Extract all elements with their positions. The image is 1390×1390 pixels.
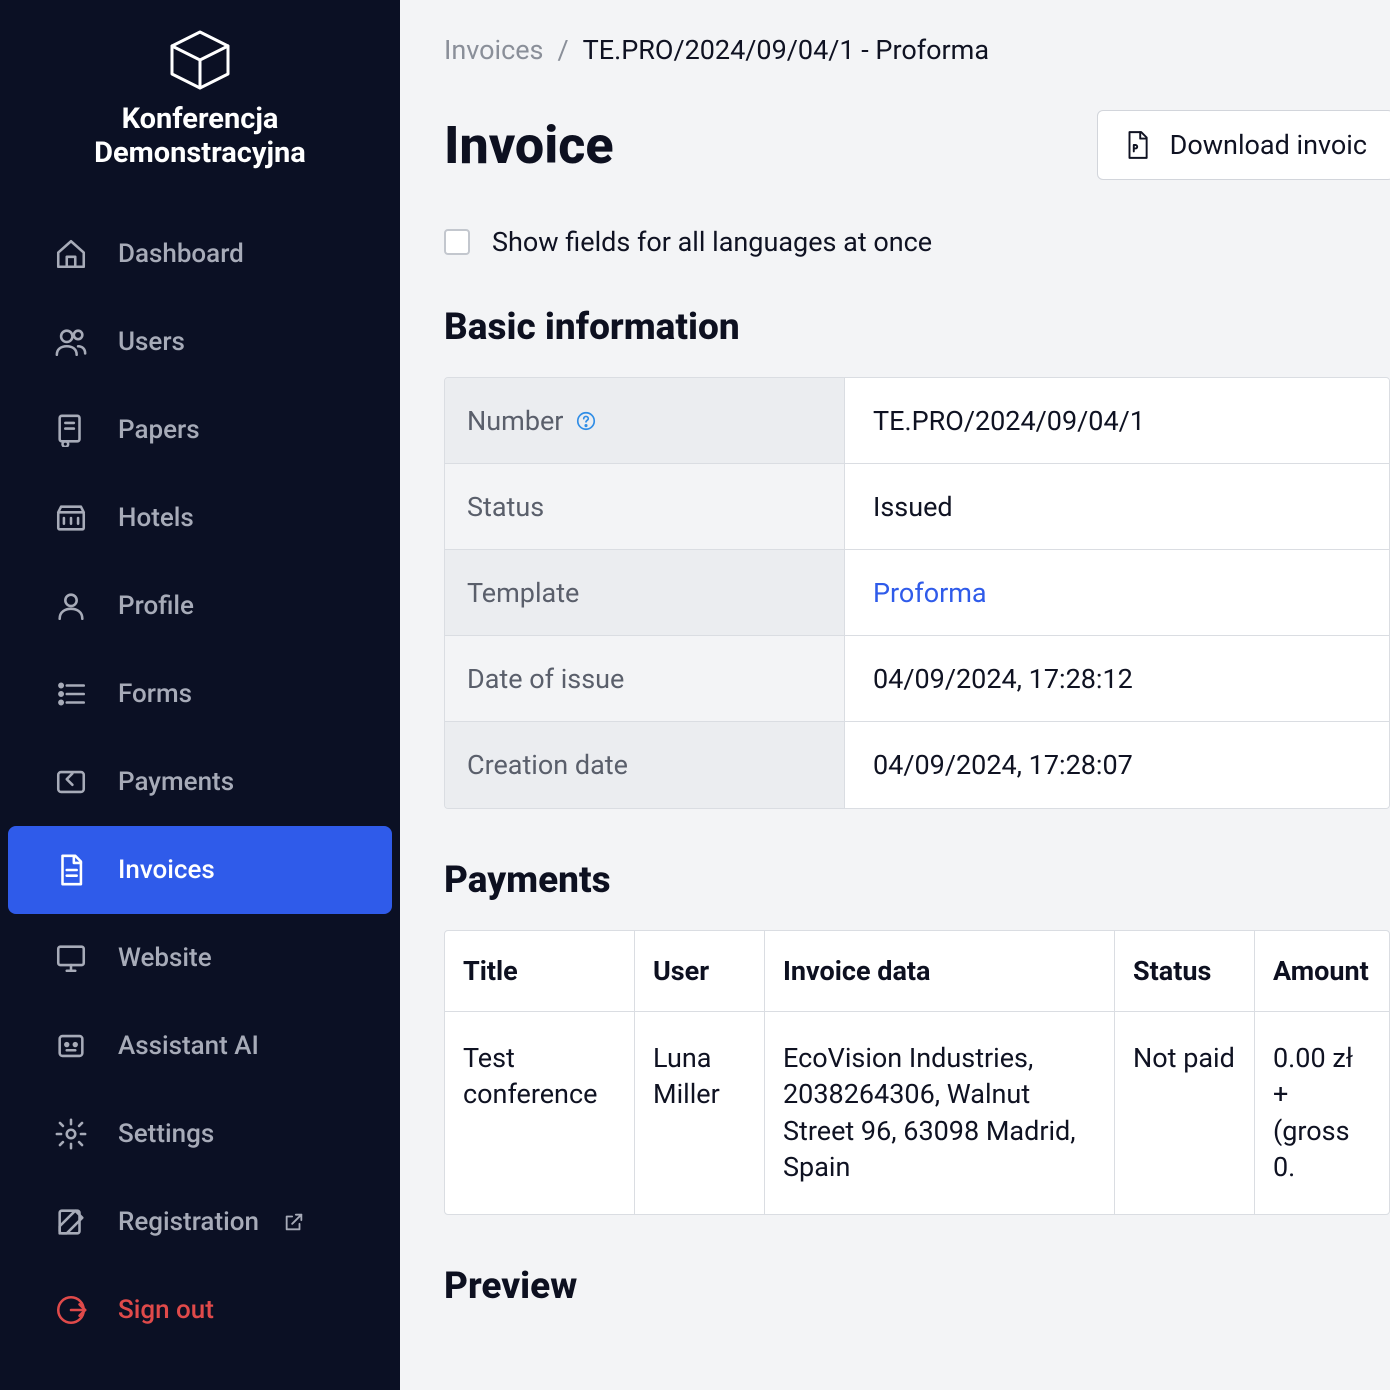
sidebar-item-label: Papers bbox=[118, 415, 200, 445]
website-icon bbox=[54, 941, 88, 975]
home-icon bbox=[54, 237, 88, 271]
brand-title: Konferencja Demonstracyjna bbox=[20, 102, 380, 170]
info-row-template: Template Proforma bbox=[445, 550, 1389, 636]
users-icon bbox=[54, 325, 88, 359]
help-icon[interactable] bbox=[575, 410, 597, 432]
sidebar-item-label: Forms bbox=[118, 679, 192, 709]
preview-heading: Preview bbox=[444, 1265, 1390, 1308]
sidebar-item-hotels[interactable]: Hotels bbox=[8, 474, 392, 562]
col-invoice-data: Invoice data bbox=[765, 931, 1115, 1011]
breadcrumb-separator: / bbox=[557, 34, 568, 66]
payments-icon bbox=[54, 765, 88, 799]
info-row-date-issue: Date of issue 04/09/2024, 17:28:12 bbox=[445, 636, 1389, 722]
col-title: Title bbox=[445, 931, 635, 1011]
sidebar-item-registration[interactable]: Registration bbox=[8, 1178, 392, 1266]
signout-icon bbox=[54, 1293, 88, 1327]
invoices-icon bbox=[54, 853, 88, 887]
info-label: Template bbox=[445, 550, 845, 635]
basic-info-table: Number TE.PRO/2024/09/04/1 Status Issued… bbox=[444, 377, 1390, 809]
sidebar-item-label: Payments bbox=[118, 767, 234, 797]
brand: Konferencja Demonstracyjna bbox=[0, 28, 400, 170]
settings-icon bbox=[54, 1117, 88, 1151]
info-row-status: Status Issued bbox=[445, 464, 1389, 550]
col-user: User bbox=[635, 931, 765, 1011]
sidebar-item-label: Invoices bbox=[118, 855, 215, 885]
sidebar-item-assistant[interactable]: Assistant AI bbox=[8, 1002, 392, 1090]
external-link-icon bbox=[283, 1211, 305, 1233]
sidebar-item-profile[interactable]: Profile bbox=[8, 562, 392, 650]
download-label: Download invoic bbox=[1170, 129, 1367, 161]
info-label: Status bbox=[445, 464, 845, 549]
info-label: Date of issue bbox=[445, 636, 845, 721]
page-title: Invoice bbox=[444, 115, 614, 176]
breadcrumb-root[interactable]: Invoices bbox=[444, 34, 543, 66]
show-all-languages-row: Show fields for all languages at once bbox=[444, 226, 1390, 258]
sidebar-item-website[interactable]: Website bbox=[8, 914, 392, 1002]
registration-icon bbox=[54, 1205, 88, 1239]
info-row-number: Number TE.PRO/2024/09/04/1 bbox=[445, 378, 1389, 464]
cell-title: Test conference bbox=[445, 1012, 635, 1214]
sidebar-item-label: Assistant AI bbox=[118, 1031, 259, 1061]
sidebar-item-label: Registration bbox=[118, 1207, 259, 1237]
sidebar-item-forms[interactable]: Forms bbox=[8, 650, 392, 738]
info-value: Issued bbox=[845, 464, 1389, 549]
col-status: Status bbox=[1115, 931, 1255, 1011]
sidebar-item-label: Profile bbox=[118, 591, 194, 621]
show-all-languages-checkbox[interactable] bbox=[444, 229, 470, 255]
sidebar-item-dashboard[interactable]: Dashboard bbox=[8, 210, 392, 298]
sidebar-item-users[interactable]: Users bbox=[8, 298, 392, 386]
cell-user: Luna Miller bbox=[635, 1012, 765, 1214]
info-row-creation: Creation date 04/09/2024, 17:28:07 bbox=[445, 722, 1389, 808]
papers-icon bbox=[54, 413, 88, 447]
forms-icon bbox=[54, 677, 88, 711]
sidebar-item-invoices[interactable]: Invoices bbox=[8, 826, 392, 914]
profile-icon bbox=[54, 589, 88, 623]
title-row: Invoice Download invoic bbox=[444, 110, 1390, 180]
number-label-text: Number bbox=[467, 405, 563, 437]
show-all-languages-label: Show fields for all languages at once bbox=[492, 226, 932, 258]
sidebar-item-label: Settings bbox=[118, 1119, 214, 1149]
cell-invoice-data: EcoVision Industries, 2038264306, Walnut… bbox=[765, 1012, 1115, 1214]
sidebar-item-settings[interactable]: Settings bbox=[8, 1090, 392, 1178]
table-header: Title User Invoice data Status Amount bbox=[445, 931, 1389, 1012]
breadcrumb-current: TE.PRO/2024/09/04/1 - Proforma bbox=[583, 34, 989, 66]
download-invoice-button[interactable]: Download invoic bbox=[1097, 110, 1390, 180]
sidebar: Konferencja Demonstracyjna Dashboard Use… bbox=[0, 0, 400, 1390]
info-value: TE.PRO/2024/09/04/1 bbox=[845, 378, 1389, 463]
assistant-icon bbox=[54, 1029, 88, 1063]
breadcrumb: Invoices / TE.PRO/2024/09/04/1 - Proform… bbox=[444, 34, 1390, 66]
sidebar-item-payments[interactable]: Payments bbox=[8, 738, 392, 826]
info-value: 04/09/2024, 17:28:07 bbox=[845, 722, 1389, 808]
payments-table: Title User Invoice data Status Amount Te… bbox=[444, 930, 1390, 1215]
cell-status: Not paid bbox=[1115, 1012, 1255, 1214]
sidebar-item-label: Dashboard bbox=[118, 239, 244, 269]
table-row: Test conference Luna Miller EcoVision In… bbox=[445, 1012, 1389, 1214]
sidebar-item-papers[interactable]: Papers bbox=[8, 386, 392, 474]
info-label: Creation date bbox=[445, 722, 845, 808]
basic-information-heading: Basic information bbox=[444, 306, 1390, 349]
col-amount: Amount bbox=[1255, 931, 1389, 1011]
info-value-link[interactable]: Proforma bbox=[845, 550, 1389, 635]
payments-heading: Payments bbox=[444, 859, 1390, 902]
info-label: Number bbox=[445, 378, 845, 463]
cube-icon bbox=[164, 28, 236, 92]
pdf-icon bbox=[1124, 130, 1150, 160]
sidebar-item-label: Users bbox=[118, 327, 185, 357]
hotels-icon bbox=[54, 501, 88, 535]
nav: Dashboard Users Papers Hotels Profile bbox=[0, 210, 400, 1354]
sidebar-item-label: Website bbox=[118, 943, 212, 973]
sidebar-item-label: Hotels bbox=[118, 503, 194, 533]
cell-amount: 0.00 zł + (gross 0. bbox=[1255, 1012, 1389, 1214]
sidebar-item-label: Sign out bbox=[118, 1295, 214, 1325]
info-value: 04/09/2024, 17:28:12 bbox=[845, 636, 1389, 721]
sidebar-item-signout[interactable]: Sign out bbox=[8, 1266, 392, 1354]
main: Invoices / TE.PRO/2024/09/04/1 - Proform… bbox=[400, 0, 1390, 1390]
